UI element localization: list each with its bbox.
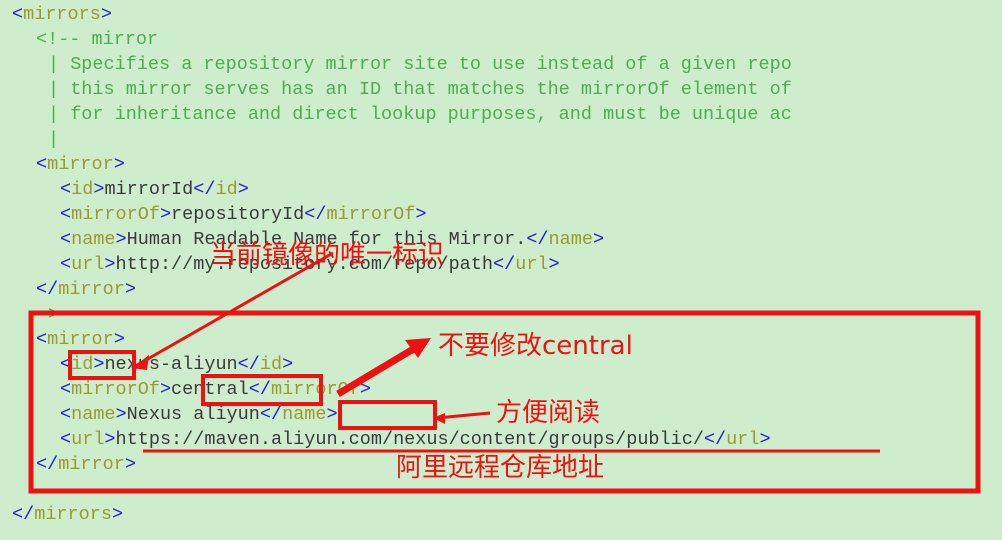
code-editor-screenshot: <mirrors> <!-- mirror | Specifies a reposi… (0, 0, 1002, 540)
code-token: name (71, 404, 116, 425)
code-token: < (60, 204, 72, 225)
code-token: </ (36, 454, 59, 475)
code-token: | this mirror serves has an ID that matc… (48, 79, 792, 100)
code-token: repositoryId (171, 204, 305, 225)
code-token: url (515, 254, 549, 275)
code-token: > (759, 429, 771, 450)
code-token: url (726, 429, 760, 450)
code-line: </mirrors> (0, 502, 1002, 527)
code-token: < (60, 254, 72, 275)
code-line: <url>https://maven.aliyun.com/nexus/cont… (0, 427, 1002, 452)
code-token: </ (493, 254, 516, 275)
code-token: </ (12, 504, 35, 525)
code-token: > (237, 179, 249, 200)
code-token: </ (526, 229, 549, 250)
code-token: id (215, 179, 238, 200)
code-token: url (71, 254, 105, 275)
code-token: > (115, 229, 127, 250)
code-token: mirrors (34, 504, 112, 525)
code-token: > (326, 404, 338, 425)
code-token: > (159, 204, 172, 225)
code-token: > (100, 4, 112, 25)
code-line: <id>mirrorId</id> (0, 177, 1002, 202)
code-line: <name>Human Readable Name for this Mirro… (0, 227, 1002, 252)
code-line: | (0, 127, 1002, 152)
code-token: </ (248, 379, 271, 400)
code-token: > (93, 179, 105, 200)
code-token: > (104, 429, 116, 450)
code-line: <mirrorOf>repositoryId</mirrorOf> (0, 202, 1002, 227)
code-line: <url>http://my.repository.com/repo/path<… (0, 252, 1002, 277)
code-token: | for inheritance and direct lookup purp… (48, 104, 792, 125)
code-line: </mirror> (0, 277, 1002, 302)
code-token: < (60, 229, 72, 250)
code-token: </ (237, 354, 260, 375)
code-token: id (71, 179, 94, 200)
code-token: mirror (47, 329, 114, 350)
code-token: > (104, 254, 116, 275)
code-line: <mirror> (0, 152, 1002, 177)
code-token: url (71, 429, 105, 450)
code-token: </ (703, 429, 727, 450)
code-token: < (60, 429, 72, 450)
code-token: < (60, 404, 72, 425)
code-token: | Specifies a repository mirror site to … (48, 54, 792, 75)
code-token: mirror (58, 279, 125, 300)
code-token: mirrorId (104, 179, 194, 200)
code-token: mirrorOf (270, 379, 360, 400)
code-line: <!-- mirror (0, 27, 1002, 52)
code-token: https://maven.aliyun.com/nexus/content/g… (115, 429, 704, 450)
code-token: </ (193, 179, 216, 200)
code-token: mirrorOf (326, 204, 416, 225)
code-line: <mirrors> (0, 2, 1002, 27)
code-token: < (60, 379, 72, 400)
annotation-aliyun-remote-repo: 阿里远程仓库地址 (396, 453, 605, 483)
code-token: > (93, 354, 105, 375)
code-token: > (113, 329, 125, 350)
code-token: > (48, 304, 60, 325)
code-token: > (113, 154, 125, 175)
code-token: mirrorOf (71, 379, 160, 400)
code-token: name (548, 229, 593, 250)
code-token: < (36, 154, 48, 175)
code-token: > (159, 379, 172, 400)
annotation-easy-reading: 方便阅读 (496, 398, 601, 428)
code-token: name (282, 404, 327, 425)
code-token: mirror (47, 154, 114, 175)
code-token: mirrorOf (71, 204, 160, 225)
code-token: name (71, 229, 116, 250)
code-token: central (171, 379, 249, 400)
code-token: id (259, 354, 283, 375)
code-token: </ (259, 404, 283, 425)
code-token: | (48, 129, 60, 150)
annotation-unique-id: 当前镜像的唯一标识 (210, 240, 445, 270)
annotation-do-not-modify-central: 不要修改central (438, 331, 633, 361)
code-token: < (60, 179, 72, 200)
code-token: mirrors (23, 4, 101, 25)
code-token: > (124, 454, 136, 475)
code-token: Nexus aliyun (126, 404, 260, 425)
code-line: | Specifies a repository mirror site to … (0, 52, 1002, 77)
code-token: nexus-aliyun (104, 354, 238, 375)
code-token: <!-- mirror (36, 29, 159, 50)
code-token: </ (36, 279, 59, 300)
code-token: > (282, 354, 294, 375)
code-token: </ (304, 204, 327, 225)
code-token: < (60, 354, 72, 375)
code-token: mirror (58, 454, 125, 475)
code-token: > (115, 404, 127, 425)
code-line: | for inheritance and direct lookup purp… (0, 102, 1002, 127)
code-token: < (12, 4, 24, 25)
code-token: > (415, 204, 427, 225)
code-token: id (71, 354, 94, 375)
code-token: > (359, 379, 371, 400)
code-token: > (548, 254, 560, 275)
code-line: | this mirror serves has an ID that matc… (0, 77, 1002, 102)
code-token: > (124, 279, 136, 300)
code-token: < (36, 329, 48, 350)
code-token: > (592, 229, 605, 250)
code-token: > (111, 504, 124, 525)
code-line: > (0, 302, 1002, 327)
